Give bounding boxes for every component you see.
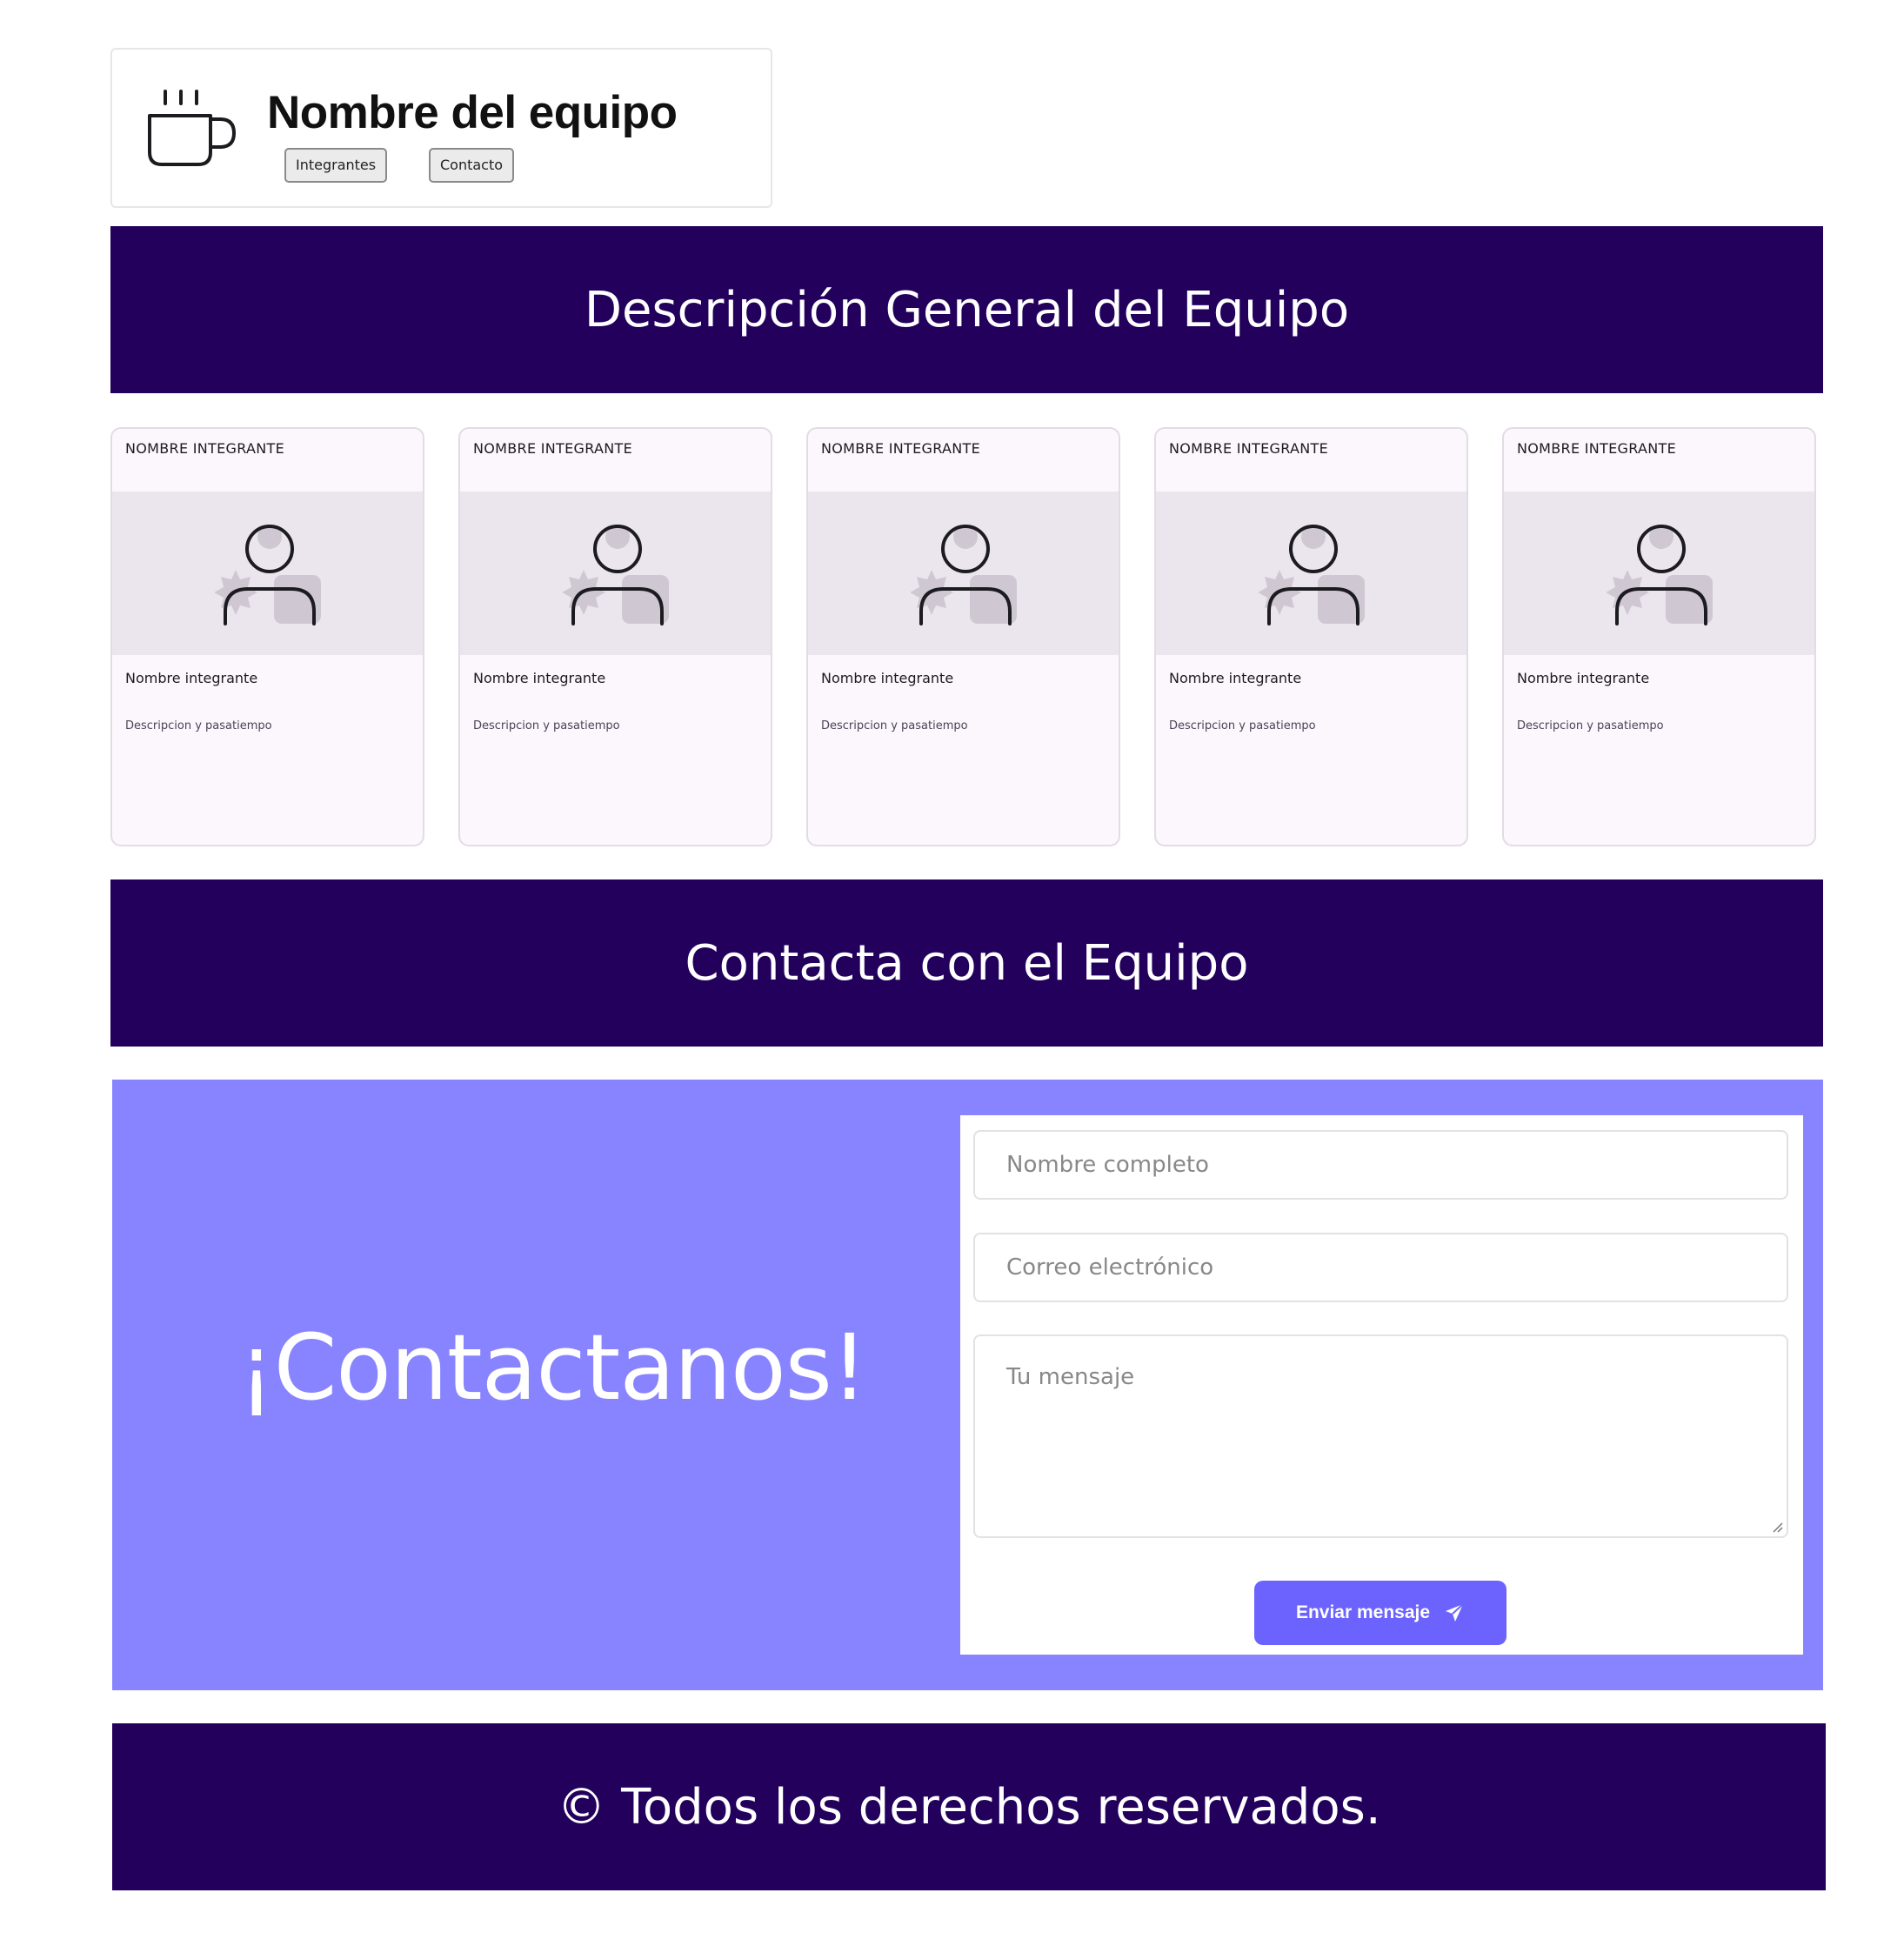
coffee-cup-icon [148,90,237,166]
header-card: Nombre del equipo Integrantes Contacto [110,48,772,208]
member-media [460,492,771,655]
member-card: NOMBRE INTEGRANTE Nombre integrante Desc… [1154,427,1468,846]
member-media [808,492,1119,655]
team-name: Nombre del equipo [267,87,678,138]
person-placeholder-icon [563,525,669,625]
member-description: Descripcion y pasatiempo [473,719,620,732]
paper-plane-icon [1446,1603,1464,1622]
member-card-header: NOMBRE INTEGRANTE [1517,440,1676,457]
description-banner: Descripción General del Equipo [110,226,1823,393]
member-name: Nombre integrante [1169,670,1302,686]
footer-text: © Todos los derechos reservados. [557,1778,1381,1836]
message-textarea[interactable]: Tu mensaje [973,1334,1788,1538]
member-card: NOMBRE INTEGRANTE Nombre integrante Desc… [806,427,1120,846]
footer: © Todos los derechos reservados. [112,1723,1826,1890]
person-placeholder-icon [911,525,1017,625]
send-message-label: Enviar mensaje [1295,1602,1431,1622]
member-card: NOMBRE INTEGRANTE Nombre integrante Desc… [458,427,772,846]
contact-title: Contacta con el Equipo [685,934,1249,992]
member-description: Descripcion y pasatiempo [125,719,272,732]
member-name: Nombre integrante [1517,670,1650,686]
member-card-header: NOMBRE INTEGRANTE [821,440,980,457]
person-placeholder-icon [215,525,321,625]
member-description: Descripcion y pasatiempo [1169,719,1316,732]
contact-form: Nombre completo Correo electrónico Tu me… [960,1115,1803,1655]
member-card: NOMBRE INTEGRANTE Nombre integrante Desc… [1502,427,1816,846]
person-placeholder-icon [1607,525,1713,625]
nav-button-integrantes[interactable]: Integrantes [284,148,388,183]
description-title: Descripción General del Equipo [584,281,1350,338]
full-name-input[interactable]: Nombre completo [973,1130,1788,1200]
nav-button-contacto[interactable]: Contacto [429,148,515,183]
member-media [1504,492,1814,655]
contact-panel: ¡Contactanos! Nombre completo Correo ele… [112,1080,1823,1690]
member-name: Nombre integrante [473,670,606,686]
member-media [1156,492,1466,655]
member-card-header: NOMBRE INTEGRANTE [473,440,632,457]
member-description: Descripcion y pasatiempo [1517,719,1664,732]
contact-banner: Contacta con el Equipo [110,880,1823,1047]
member-card-header: NOMBRE INTEGRANTE [125,440,284,457]
member-description: Descripcion y pasatiempo [821,719,968,732]
resize-grip-icon[interactable] [1771,1521,1783,1533]
member-card-header: NOMBRE INTEGRANTE [1169,440,1328,457]
email-input[interactable]: Correo electrónico [973,1233,1788,1302]
member-card: NOMBRE INTEGRANTE Nombre integrante Desc… [110,427,424,846]
message-placeholder: Tu mensaje [1006,1364,1135,1390]
member-name: Nombre integrante [821,670,954,686]
send-message-button[interactable]: Enviar mensaje [1254,1581,1506,1645]
member-media [112,492,423,655]
member-name: Nombre integrante [125,670,258,686]
person-placeholder-icon [1259,525,1365,625]
contact-heading: ¡Contactanos! [238,1314,867,1421]
